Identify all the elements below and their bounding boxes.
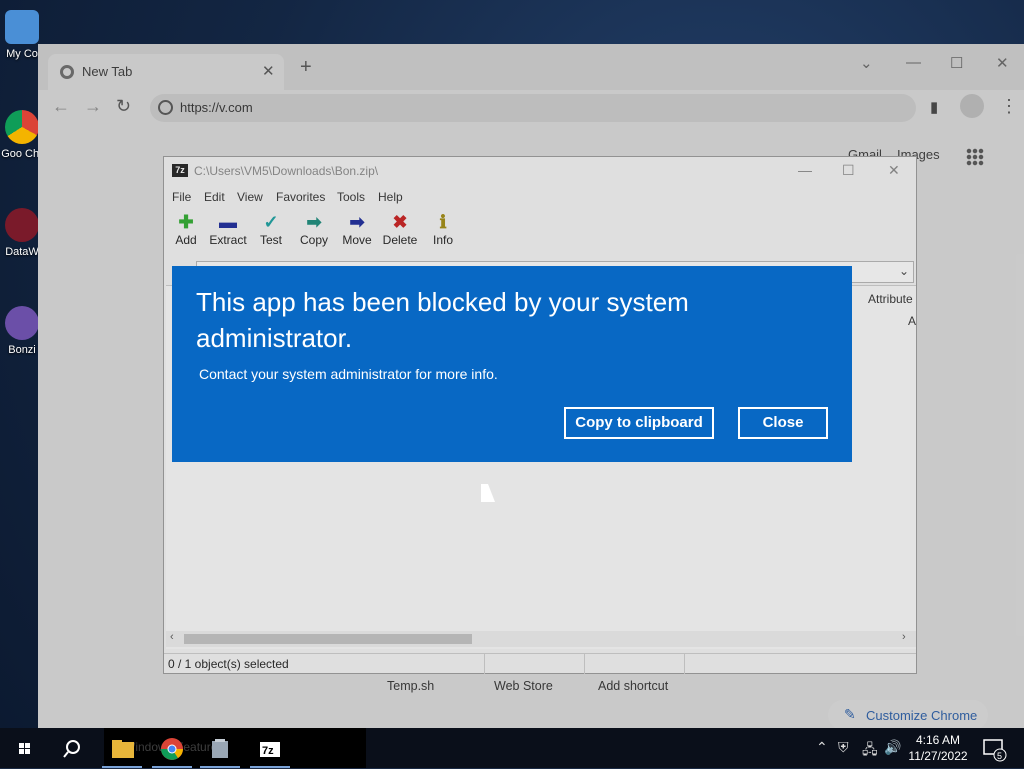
notifications-button[interactable]: 5 [980, 734, 1010, 764]
network-icon[interactable]: 🖧 [862, 739, 878, 763]
taskbar-file-explorer[interactable] [102, 734, 142, 768]
mouse-pointer-icon [481, 484, 495, 502]
search-button[interactable] [52, 734, 92, 764]
copy-to-clipboard-button[interactable]: Copy to clipboard [564, 407, 714, 439]
7zip-icon: 7z [260, 742, 280, 757]
close-button[interactable]: Close [738, 407, 828, 439]
chrome-icon [161, 738, 183, 760]
dialog-heading: This app has been blocked by your system… [196, 287, 689, 353]
app-blocked-dialog: This app has been blocked by your system… [172, 266, 852, 462]
system-clock[interactable]: 4:16 AM 11/27/2022 [906, 732, 970, 764]
atom-icon [5, 208, 39, 242]
taskbar-archive-app[interactable] [200, 734, 240, 768]
dialog-message: Contact your system administrator for mo… [199, 366, 498, 382]
archive-icon [212, 739, 228, 758]
desktop-icon-label: Bonzi [8, 344, 36, 356]
folder-icon [112, 740, 134, 758]
desktop-icon-label: My Co [6, 48, 38, 60]
start-button[interactable] [4, 734, 44, 764]
computer-icon [5, 10, 39, 44]
show-hidden-icons-icon[interactable]: ⌃ [816, 739, 828, 756]
taskbar-7zip[interactable]: 7z [250, 734, 290, 768]
bonzi-icon [5, 306, 39, 340]
taskbar: Windows Features 7z ⌃ ⛨ 🖧 🔊 4:16 AM 11/2… [0, 728, 1024, 768]
notification-count: 5 [997, 751, 1002, 761]
desktop-icon-label: DataW [5, 246, 39, 258]
security-tray-icon[interactable]: ⛨ [838, 739, 849, 756]
svg-text:7z: 7z [262, 745, 274, 757]
windows-logo-icon [19, 743, 30, 754]
taskbar-chrome[interactable] [152, 734, 192, 768]
clock-date: 11/27/2022 [908, 749, 968, 763]
clock-time: 4:16 AM [915, 733, 961, 747]
search-icon [63, 740, 80, 758]
volume-icon[interactable]: 🔊 [884, 739, 901, 756]
desktop-icon-label: Goo Chr [1, 148, 43, 160]
action-center-icon: 5 [983, 739, 1007, 762]
chrome-icon [5, 110, 39, 144]
